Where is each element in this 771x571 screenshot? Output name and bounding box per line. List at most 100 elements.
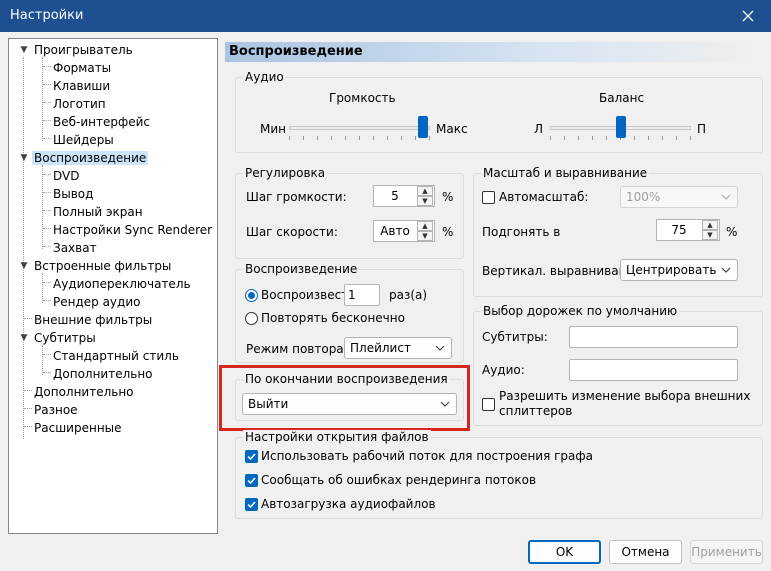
report-render-errors-checkbox[interactable] bbox=[245, 474, 258, 487]
tree-guide-line bbox=[24, 390, 32, 391]
speed-step-spinner[interactable]: Авто ▲ ▼ bbox=[373, 220, 435, 242]
play-times-suffix: раз(а) bbox=[389, 288, 428, 302]
tree-guide-line bbox=[24, 408, 32, 409]
tree-item-extended[interactable]: Расширенные bbox=[32, 419, 124, 437]
play-times-input[interactable]: 1 bbox=[344, 284, 380, 306]
audio-group: Аудио Громкость Мин Макс Баланс Л П bbox=[235, 70, 763, 153]
tree-item-label: Рендер аудио bbox=[53, 295, 141, 309]
spin-up-icon[interactable]: ▲ bbox=[417, 221, 433, 231]
group-label: Настройки открытия файлов bbox=[243, 430, 431, 444]
repeat-mode-select[interactable]: Плейлист bbox=[344, 337, 452, 359]
tree-item-advanced-misc[interactable]: Дополнительно bbox=[32, 383, 136, 401]
tree-item-playback[interactable]: ▼ Воспроизведение bbox=[21, 149, 149, 167]
tree-item-subtitles[interactable]: ▼ Субтитры bbox=[21, 329, 98, 347]
tree-item-label: Встроенные фильтры bbox=[34, 259, 172, 273]
volume-min-label: Мин bbox=[260, 122, 286, 136]
fit-spinner[interactable]: 75 ▲ ▼ bbox=[656, 219, 720, 241]
play-times-value: 1 bbox=[348, 288, 356, 302]
apply-button[interactable]: Применить bbox=[690, 540, 763, 564]
worker-thread-checkbox[interactable] bbox=[245, 450, 258, 463]
tree-guide-line bbox=[43, 84, 51, 85]
title-bar: Настройки bbox=[0, 0, 771, 32]
volume-step-spinner[interactable]: 5 ▲ ▼ bbox=[373, 185, 435, 207]
highlight-box bbox=[219, 365, 470, 431]
worker-thread-label: Использовать рабочий поток для построени… bbox=[261, 449, 594, 463]
tree-guide-line bbox=[43, 246, 51, 247]
tree-guide-line bbox=[43, 372, 51, 373]
check-icon bbox=[247, 501, 256, 509]
tree-guide-line bbox=[43, 354, 51, 355]
tree-item-shaders[interactable]: Шейдеры bbox=[51, 131, 116, 149]
spin-up-icon[interactable]: ▲ bbox=[417, 186, 433, 196]
close-icon bbox=[742, 10, 754, 22]
chevron-down-icon[interactable]: ▼ bbox=[18, 149, 30, 167]
tree-guide-line bbox=[42, 345, 43, 375]
volume-step-unit: % bbox=[442, 190, 454, 204]
group-label: Аудио bbox=[243, 70, 286, 84]
autozoom-select[interactable]: 100% bbox=[620, 186, 738, 208]
balance-slider-thumb[interactable] bbox=[615, 116, 626, 138]
tree-item-fullscreen[interactable]: Полный экран bbox=[51, 203, 145, 221]
tree-guide-line bbox=[43, 174, 51, 175]
tree-item-internal-filters[interactable]: ▼ Встроенные фильтры bbox=[21, 257, 173, 275]
tree-item-capture[interactable]: Захват bbox=[51, 239, 99, 257]
autoload-audio-label: Автозагрузка аудиофайлов bbox=[261, 497, 436, 511]
cancel-button[interactable]: Отмена bbox=[609, 540, 682, 564]
tree-guide-line bbox=[24, 426, 32, 427]
tree-item-label: Форматы bbox=[53, 61, 112, 75]
autozoom-checkbox[interactable] bbox=[482, 191, 495, 204]
tree-item-player[interactable]: ▼ Проигрыватель bbox=[21, 41, 135, 59]
tree-item-dvd[interactable]: DVD bbox=[51, 167, 81, 185]
chevron-down-icon[interactable]: ▼ bbox=[18, 41, 30, 59]
volume-slider-track[interactable] bbox=[289, 126, 430, 130]
spin-down-icon[interactable]: ▼ bbox=[702, 230, 718, 240]
tree-guide-line bbox=[43, 192, 51, 193]
tree-item-keys[interactable]: Клавиши bbox=[51, 77, 112, 95]
spin-down-icon[interactable]: ▼ bbox=[417, 231, 433, 241]
dialog-body: ▼ Проигрыватель Форматы Клавиши Логотип … bbox=[0, 32, 771, 571]
tree-item-logo[interactable]: Логотип bbox=[51, 95, 108, 113]
ok-button[interactable]: OK bbox=[528, 540, 601, 564]
chevron-down-icon[interactable]: ▼ bbox=[18, 257, 30, 275]
audio-tracks-input[interactable] bbox=[569, 359, 738, 381]
tree-item-sync-renderer[interactable]: Настройки Sync Renderer bbox=[51, 221, 214, 239]
tree-item-miscellaneous[interactable]: Разное bbox=[32, 401, 80, 419]
tree-item-label: Вывод bbox=[53, 187, 94, 201]
play-times-radio[interactable] bbox=[245, 289, 258, 302]
tree-item-label: Воспроизведение bbox=[32, 151, 149, 165]
volume-slider-thumb[interactable] bbox=[417, 116, 428, 138]
tree-item-external-filters[interactable]: Внешние фильтры bbox=[32, 311, 154, 329]
tree-item-audio-renderer[interactable]: Рендер аудио bbox=[51, 293, 142, 311]
fit-unit: % bbox=[726, 225, 738, 239]
fit-value: 75 bbox=[671, 223, 687, 237]
volume-step-value: 5 bbox=[391, 189, 399, 203]
regulation-group: Регулировка Шаг громкости: 5 ▲ ▼ % Шаг с… bbox=[235, 166, 464, 259]
settings-tree[interactable]: ▼ Проигрыватель Форматы Клавиши Логотип … bbox=[8, 38, 218, 534]
tree-item-label: Внешние фильтры bbox=[34, 313, 153, 327]
file-open-group: Настройки открытия файлов Использовать р… bbox=[235, 430, 763, 519]
tree-guide-line bbox=[24, 318, 32, 319]
close-button[interactable] bbox=[725, 0, 771, 32]
allow-external-checkbox[interactable] bbox=[482, 398, 495, 411]
tree-guide-line bbox=[43, 138, 51, 139]
tree-item-subtitles-misc[interactable]: Дополнительно bbox=[51, 365, 155, 383]
spin-up-icon[interactable]: ▲ bbox=[702, 220, 718, 230]
check-icon bbox=[247, 453, 256, 461]
tree-item-formats[interactable]: Форматы bbox=[51, 59, 113, 77]
spin-down-icon[interactable]: ▼ bbox=[417, 196, 433, 206]
chevron-down-icon bbox=[435, 345, 445, 351]
tree-guide-line bbox=[43, 282, 51, 283]
tree-item-output[interactable]: Вывод bbox=[51, 185, 95, 203]
playback-group: Воспроизведение Воспроизвести 1 раз(а) П… bbox=[235, 262, 464, 363]
group-label: Масштаб и выравнивание bbox=[481, 166, 650, 180]
chevron-down-icon[interactable]: ▼ bbox=[18, 329, 30, 347]
tree-item-web-interface[interactable]: Веб-интерфейс bbox=[51, 113, 152, 131]
subtitles-input[interactable] bbox=[569, 326, 738, 348]
tree-item-label: Разное bbox=[34, 403, 78, 417]
repeat-forever-radio[interactable] bbox=[245, 312, 258, 325]
tree-item-default-style[interactable]: Стандартный стиль bbox=[51, 347, 181, 365]
audio-tracks-label: Аудио: bbox=[482, 363, 525, 377]
autoload-audio-checkbox[interactable] bbox=[245, 498, 258, 511]
tree-item-audio-switcher[interactable]: Аудиопереключатель bbox=[51, 275, 193, 293]
valign-select[interactable]: Центрировать bbox=[620, 259, 738, 281]
